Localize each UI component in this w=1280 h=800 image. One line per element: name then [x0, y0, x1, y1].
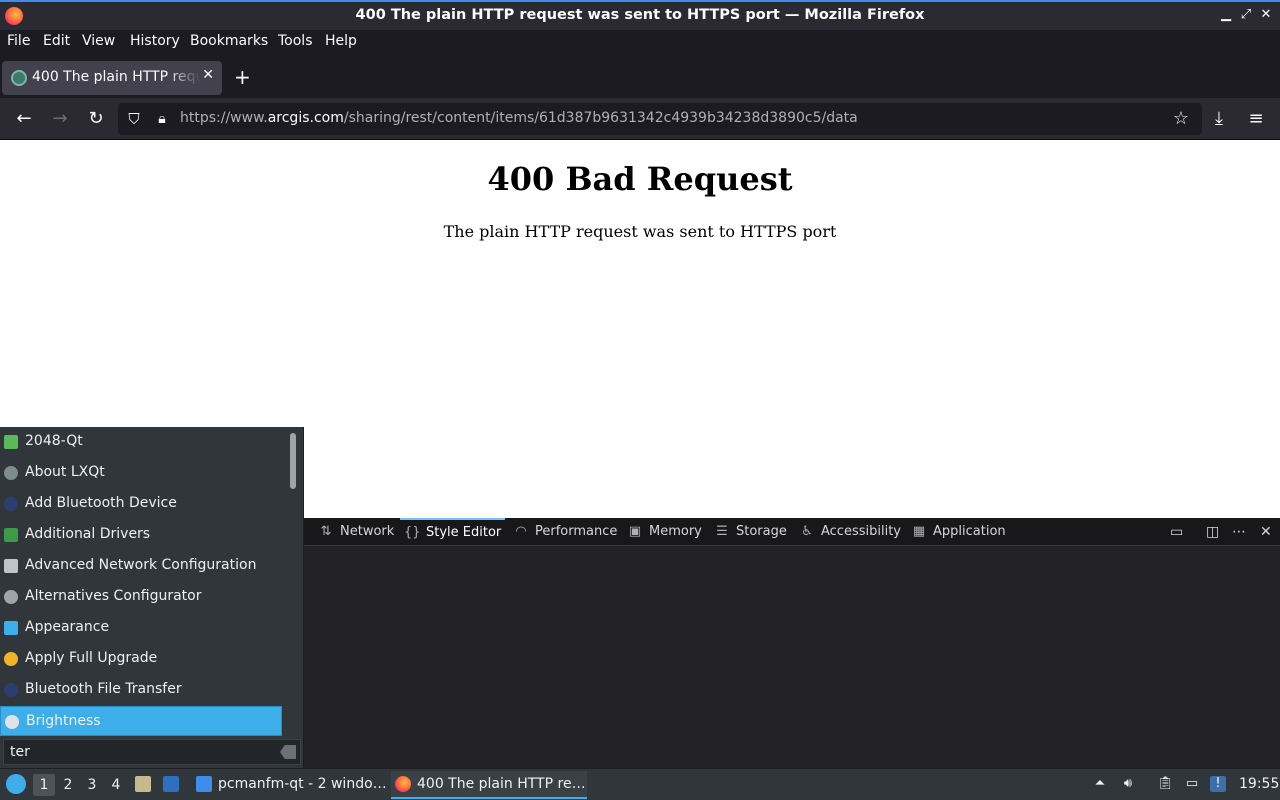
devtools-tab-performance[interactable]: ◠ Performance — [513, 518, 617, 546]
desktop-2-button[interactable]: 2 — [57, 774, 79, 796]
devtools-tab-network[interactable]: ⇅ Network — [318, 518, 395, 546]
start-menu-icon[interactable] — [6, 774, 26, 794]
devtools-tab-accessibility[interactable]: ♿︎ Accessibility — [799, 518, 901, 546]
navigation-bar: ← → ↻ ⛉ 🔒︎ https://www.arcgis.com/sharin… — [0, 98, 1280, 140]
menu-file[interactable]: File — [7, 33, 30, 49]
tab-label: 400 The plain HTTP request was sent to H… — [32, 69, 200, 85]
menu-tools[interactable]: Tools — [278, 33, 313, 49]
desktop-1-button[interactable]: 1 — [33, 774, 55, 796]
search-value: ter — [10, 744, 30, 760]
reload-icon[interactable]: ↻ — [84, 107, 108, 131]
window-title: 400 The plain HTTP request was sent to H… — [355, 7, 925, 23]
desktop-4-button[interactable]: 4 — [105, 774, 127, 796]
taskbar: 1 2 3 4 pcmanfm-qt - 2 windo… 400 The pl… — [0, 768, 1280, 800]
app-menu-icon[interactable]: ≡ — [1244, 107, 1268, 131]
menubar: File Edit View History Bookmarks Tools H… — [0, 30, 1280, 56]
downloads-icon[interactable]: ⤓ — [1207, 107, 1231, 131]
window-titlebar: 400 The plain HTTP request was sent to H… — [0, 0, 1280, 30]
alternatives-icon — [4, 590, 18, 604]
minimize-icon[interactable]: ▁ — [1218, 7, 1234, 23]
folder-icon — [196, 776, 212, 792]
menu-help[interactable]: Help — [325, 33, 357, 49]
launcher-item[interactable]: Additional Drivers — [0, 520, 282, 550]
url-bar[interactable]: ⛉ 🔒︎ https://www.arcgis.com/sharing/rest… — [118, 103, 1202, 135]
network-status-icon[interactable]: ▭ — [1184, 776, 1200, 792]
new-tab-icon[interactable]: + — [234, 67, 251, 87]
launcher-item[interactable]: Add Bluetooth Device — [0, 489, 282, 519]
page-heading: 400 Bad Request — [487, 160, 793, 198]
responsive-design-icon[interactable]: ▭ — [1170, 524, 1183, 540]
forward-icon[interactable]: → — [48, 107, 72, 131]
tracking-shield-icon[interactable]: ⛉ — [122, 107, 146, 131]
grid-icon: ▦ — [912, 524, 926, 539]
file-manager-launcher-icon[interactable] — [135, 776, 151, 792]
launcher-item[interactable]: About LXQt — [0, 458, 282, 488]
page-body-text: The plain HTTP request was sent to HTTPS… — [443, 222, 837, 241]
lock-icon[interactable]: 🔒︎ — [150, 107, 174, 131]
accessibility-icon: ♿︎ — [801, 524, 813, 539]
upgrade-icon — [4, 652, 18, 666]
bluetooth-icon — [4, 683, 18, 697]
launcher-item[interactable]: Apply Full Upgrade — [0, 644, 282, 674]
launcher-item[interactable]: 2048-Qt — [0, 427, 282, 457]
volume-icon[interactable]: 🔊︎ — [1120, 776, 1136, 792]
task-firefox[interactable]: 400 The plain HTTP re… — [391, 771, 587, 799]
info-icon — [4, 466, 18, 480]
gauge-icon: ◠ — [515, 524, 527, 539]
tabbar: 400 The plain HTTP request was sent to H… — [0, 56, 1280, 98]
bluetooth-icon — [4, 497, 18, 511]
network-arrows-icon: ⇅ — [320, 524, 332, 539]
launcher-item[interactable]: Alternatives Configurator — [0, 582, 282, 612]
maximize-icon[interactable]: ⤢ — [1238, 7, 1254, 23]
show-desktop-icon[interactable] — [163, 776, 179, 792]
launcher-scrollbar[interactable] — [290, 433, 296, 489]
clear-search-icon[interactable] — [280, 745, 296, 759]
launcher-item-selected[interactable]: Brightness — [0, 706, 282, 736]
storage-icon: ☰ — [716, 524, 728, 539]
launcher-item[interactable]: Advanced Network Configuration — [0, 551, 282, 581]
braces-icon: {} — [404, 525, 421, 540]
devtools-panel: ⇅ Network {} Style Editor ◠ Performance ▣ Me… — [304, 518, 1280, 768]
more-options-icon[interactable]: ⋯ — [1232, 524, 1246, 540]
network-icon — [4, 559, 18, 573]
devtools-tab-memory[interactable]: ▣ Memory — [627, 518, 702, 546]
menu-view[interactable]: View — [82, 33, 115, 49]
tab-close-icon[interactable]: ✕ — [202, 67, 214, 83]
launcher-item[interactable]: Appearance — [0, 613, 282, 643]
clock: 19:55 — [1239, 776, 1280, 792]
appearance-icon — [4, 621, 18, 635]
dock-side-icon[interactable]: ◫ — [1206, 524, 1219, 540]
brightness-icon — [5, 715, 19, 729]
devtools-tab-style-editor[interactable]: {} Style Editor — [400, 518, 506, 546]
devtools-toolbar: ⇅ Network {} Style Editor ◠ Performance ▣ Me… — [304, 518, 1280, 546]
devtools-tab-storage[interactable]: ☰ Storage — [714, 518, 787, 546]
chip-icon: ▣ — [628, 524, 642, 539]
browser-tab[interactable]: 400 The plain HTTP request was sent to H… — [2, 61, 222, 95]
chip-icon — [4, 528, 18, 542]
back-icon[interactable]: ← — [12, 107, 36, 131]
application-launcher-menu: 2048-Qt About LXQt Add Bluetooth Device … — [0, 427, 304, 768]
desktop-3-button[interactable]: 3 — [81, 774, 103, 796]
launcher-item[interactable]: Bluetooth File Transfer — [0, 675, 282, 705]
menu-history[interactable]: History — [130, 33, 180, 49]
site-favicon — [11, 70, 27, 86]
firefox-icon — [395, 776, 411, 792]
2048-icon — [4, 435, 18, 449]
devtools-close-icon[interactable]: ✕ — [1260, 524, 1272, 540]
close-icon[interactable]: ✕ — [1258, 7, 1274, 23]
menu-edit[interactable]: Edit — [43, 33, 70, 49]
bookmark-star-icon[interactable]: ☆ — [1169, 107, 1193, 131]
clipboard-icon[interactable]: 📋︎ — [1157, 776, 1174, 792]
task-pcmanfm[interactable]: pcmanfm-qt - 2 windo… — [192, 771, 387, 799]
update-notifier-icon[interactable]: ! — [1210, 776, 1226, 792]
devtools-tab-application[interactable]: ▦ Application — [911, 518, 1006, 546]
launcher-search-input[interactable]: ter — [3, 739, 301, 765]
tray-arrow-icon[interactable]: ⏶ — [1092, 776, 1108, 792]
url-text[interactable]: https://www.arcgis.com/sharing/rest/cont… — [180, 110, 858, 126]
menu-bookmarks[interactable]: Bookmarks — [190, 33, 268, 49]
